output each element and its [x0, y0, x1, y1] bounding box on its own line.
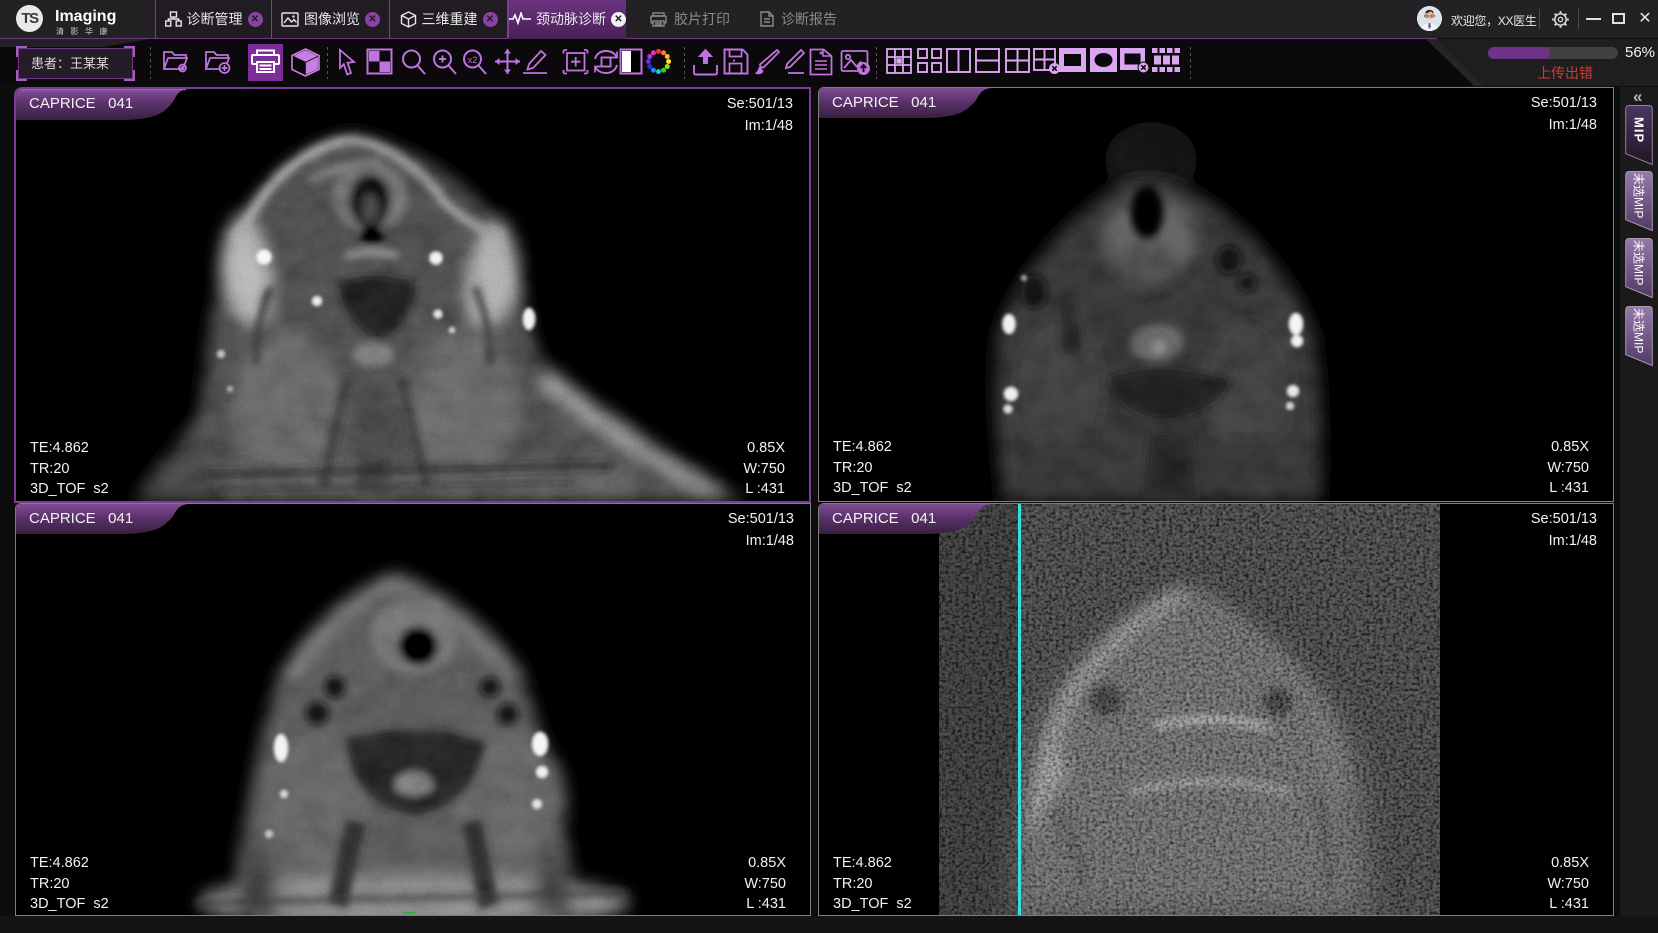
svg-text:x2: x2 — [468, 55, 478, 65]
